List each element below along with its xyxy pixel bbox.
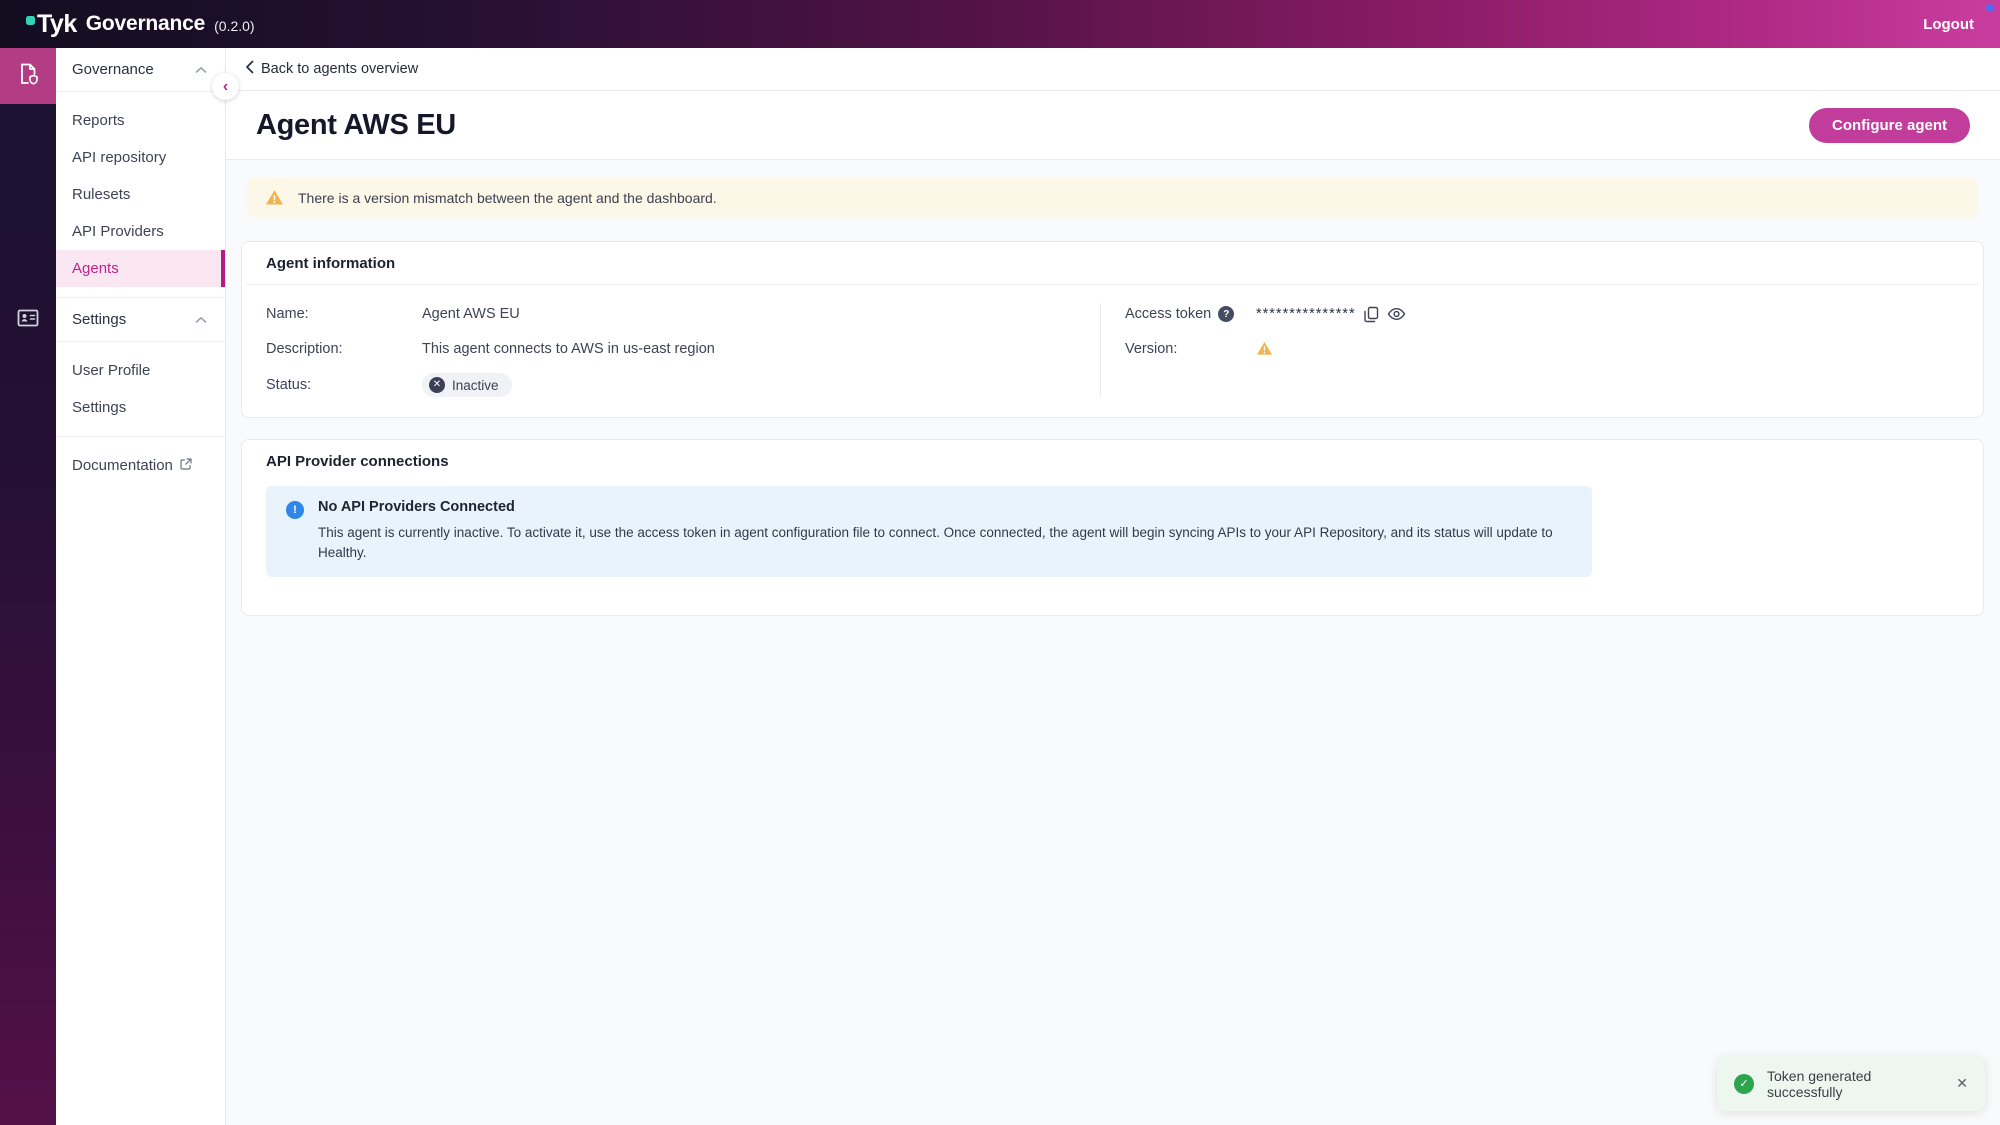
chevron-left-icon [245,60,254,78]
sidebar-collapse-button[interactable]: ‹ [212,73,239,100]
chevron-up-icon [195,311,207,328]
sidebar-section-governance[interactable]: Governance [56,48,225,92]
governance-items: Reports API repository Rulesets API Prov… [56,92,225,297]
external-link-icon [180,457,192,474]
no-providers-infobox: ! No API Providers Connected This agent … [266,486,1592,577]
sidebar-item-rulesets[interactable]: Rulesets [56,176,225,213]
infobox-content: No API Providers Connected This agent is… [318,499,1572,562]
configure-agent-button[interactable]: Configure agent [1809,108,1970,143]
sidebar-section-settings[interactable]: Settings [56,298,225,342]
chevron-left-icon: ‹ [223,78,228,96]
api-provider-connections-card: API Provider connections ! No API Provid… [241,439,1984,616]
eye-icon[interactable] [1387,307,1406,321]
card-title: API Provider connections [266,453,449,470]
sidebar-item-settings[interactable]: Settings [56,389,225,426]
card-header: Agent information [242,242,1983,284]
status-row: Status: ✕ Inactive [266,373,1100,397]
success-check-icon: ✓ [1734,1074,1754,1094]
sidebar-item-agents[interactable]: Agents [56,250,225,287]
sidebar-item-api-repository[interactable]: API repository [56,139,225,176]
rail-item-profile[interactable] [0,306,56,335]
access-token-masked-value: *************** [1256,306,1356,322]
sidebar-item-label: Documentation [72,457,173,474]
sidebar-section-label: Settings [72,311,126,328]
sidebar-item-label: API Providers [72,223,164,240]
icon-rail [0,48,56,1125]
notification-dot [1986,4,1994,12]
info-icon: ! [286,501,304,519]
page-content: There is a version mismatch between the … [226,160,2000,616]
version-warning-icon[interactable] [1256,341,1275,358]
warning-icon [265,189,284,206]
toast-notification: ✓ Token generated successfully ✕ [1717,1056,1985,1111]
sidebar-item-api-providers[interactable]: API Providers [56,213,225,250]
sidebar: Governance Reports API repository Rulese… [56,48,226,1125]
description-label: Description: [266,341,422,357]
logout-button[interactable]: Logout [1923,16,1974,33]
name-label: Name: [266,306,422,322]
toast-close-icon[interactable]: ✕ [1956,1075,1968,1092]
status-badge-label: Inactive [452,378,499,393]
access-token-label-text: Access token [1125,306,1211,322]
main-area: Back to agents overview Agent AWS EU Con… [226,48,2000,1125]
chevron-up-icon [195,61,207,78]
sidebar-item-label: Agents [72,260,119,277]
rail-item-governance[interactable] [0,48,56,104]
banner-text: There is a version mismatch between the … [298,190,717,206]
help-icon[interactable]: ? [1218,306,1234,322]
top-bar: Tyk Governance (0.2.0) Logout [0,0,2000,48]
card-header: API Provider connections [242,440,1983,482]
infobox-title: No API Providers Connected [318,499,1572,515]
sidebar-item-label: User Profile [72,362,150,379]
agent-information-card: Agent information Name: Agent AWS EU Des… [241,241,1984,418]
brand-name: Tyk [37,12,77,37]
infobox-description: This agent is currently inactive. To act… [318,523,1572,562]
description-row: Description: This agent connects to AWS … [266,338,1100,360]
name-row: Name: Agent AWS EU [266,303,1100,325]
sidebar-item-label: API repository [72,149,166,166]
name-value: Agent AWS EU [422,306,520,322]
card-title: Agent information [266,255,395,272]
back-link-label: Back to agents overview [261,61,418,77]
access-token-label: Access token ? [1125,306,1256,322]
documentation-group: Documentation [56,437,225,494]
contact-card-icon [16,306,40,335]
description-value: This agent connects to AWS in us-east re… [422,341,715,357]
sidebar-item-label: Rulesets [72,186,130,203]
agent-info-right-column: Access token ? *************** [1100,303,1959,397]
version-row: Version: [1125,338,1959,360]
agent-info-left-column: Name: Agent AWS EU Description: This age… [266,303,1100,397]
page-header: Agent AWS EU Configure agent [226,91,2000,160]
sidebar-item-user-profile[interactable]: User Profile [56,352,225,389]
settings-items: User Profile Settings [56,342,225,436]
back-link[interactable]: Back to agents overview [226,48,2000,91]
copy-icon[interactable] [1363,306,1380,323]
inactive-x-icon: ✕ [429,377,445,393]
sidebar-section-label: Governance [72,61,154,78]
access-token-row: Access token ? *************** [1125,303,1959,325]
version-label: (0.2.0) [214,18,254,34]
product-name: Governance [86,12,205,36]
tyk-logo-dot-icon [26,16,35,25]
status-label: Status: [266,377,422,393]
version-label: Version: [1125,341,1256,357]
sidebar-item-reports[interactable]: Reports [56,102,225,139]
sidebar-item-documentation[interactable]: Documentation [56,447,225,484]
status-badge: ✕ Inactive [422,373,512,397]
agent-info-grid: Name: Agent AWS EU Description: This age… [242,285,1983,417]
page-title: Agent AWS EU [256,109,456,142]
toast-message: Token generated successfully [1767,1068,1943,1100]
version-mismatch-banner: There is a version mismatch between the … [247,178,1978,217]
tyk-logo: Tyk [26,12,77,37]
sidebar-item-label: Reports [72,112,125,129]
document-shield-icon [15,61,41,92]
sidebar-item-label: Settings [72,399,126,416]
